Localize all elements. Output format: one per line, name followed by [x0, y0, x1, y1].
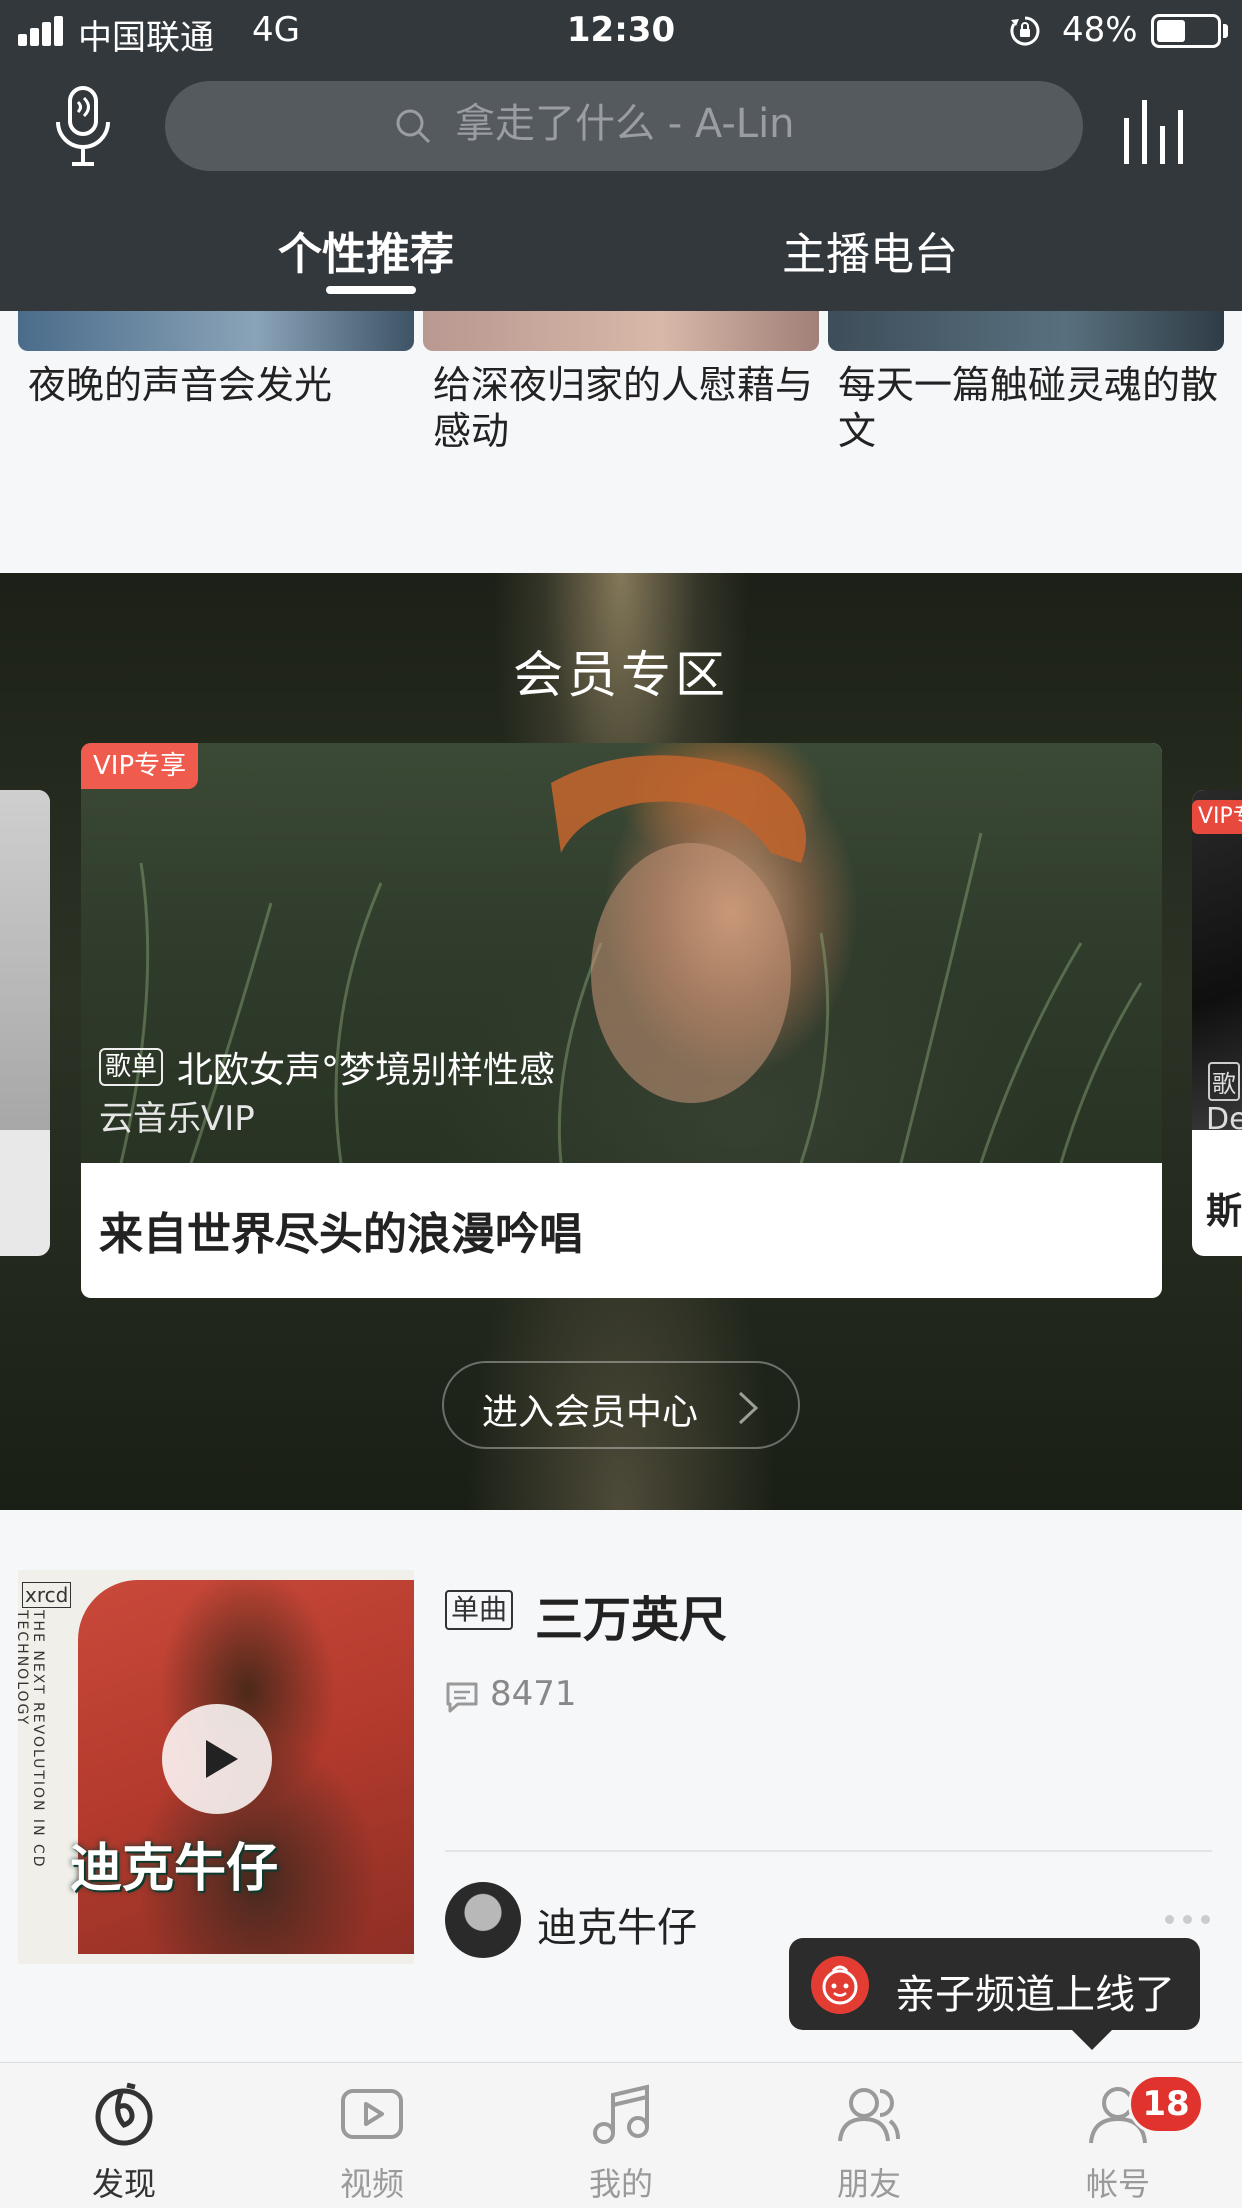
artist-avatar[interactable] [445, 1882, 521, 1958]
tab-discover[interactable]: 发现 [0, 2063, 248, 2208]
vip-section: 会员专区 VIP专享 歌单 北欧女声°梦境别样性感 云音乐VIP 来自世界尽头的… [0, 573, 1242, 1510]
artist-name[interactable]: 迪克牛仔 [537, 1895, 697, 1953]
radio-card-thumb[interactable] [423, 311, 819, 351]
microphone-icon[interactable] [48, 84, 118, 170]
vip-card-prev[interactable] [0, 790, 50, 1256]
radio-card-thumb[interactable] [828, 311, 1224, 351]
more-icon[interactable] [1165, 1912, 1215, 1926]
bottom-tab-bar: 发现 视频 我的 朋友 帐号 [0, 2062, 1242, 2208]
vip-exclusive-badge: VIP专 [1192, 800, 1242, 834]
divider [445, 1850, 1212, 1852]
radio-card-caption[interactable]: 给深夜归家的人慰藉与感动 [433, 362, 813, 454]
song-title[interactable]: 三万英尺 [535, 1580, 727, 1650]
tooltip-text: 亲子频道上线了 [895, 1972, 1175, 2018]
single-tag: 单曲 [445, 1590, 514, 1630]
play-icon [206, 1740, 238, 1778]
vip-card[interactable]: VIP专享 歌单 北欧女声°梦境别样性感 云音乐VIP 来自世界尽头的浪漫吟唱 [81, 743, 1162, 1298]
comment-count[interactable]: 8471 [490, 1674, 577, 1714]
tab-label: 视频 [339, 2165, 404, 2203]
tab-friends[interactable]: 朋友 [745, 2063, 993, 2208]
status-bar: 中国联通 4G 12:30 48% [0, 0, 1242, 64]
search-input[interactable] [455, 101, 1055, 147]
discover-icon [95, 2082, 153, 2146]
tab-indicator [326, 286, 416, 294]
tab-my-music[interactable]: 我的 [497, 2063, 745, 2208]
radio-card-thumb[interactable] [18, 311, 414, 351]
video-icon [341, 2089, 403, 2139]
top-header: 中国联通 4G 12:30 48% 个性推荐 主播 [0, 0, 1242, 311]
tab-label: 我的 [588, 2165, 653, 2203]
tab-video[interactable]: 视频 [248, 2063, 496, 2208]
cover-brand: xrcd [22, 1582, 72, 1608]
now-playing-icon[interactable] [1120, 96, 1192, 164]
cover-side-text: THE NEXT REVOLUTION IN CD TECHNOLOGY [18, 1610, 46, 1869]
playlist-subtitle: De [1206, 1102, 1242, 1137]
battery-tip [1223, 24, 1228, 38]
playlist-tag: 歌 [1208, 1062, 1240, 1101]
new-channel-tooltip[interactable]: 亲子频道上线了 [789, 1938, 1200, 2030]
battery-percent: 48% [1062, 10, 1138, 50]
playlist-title: 北欧女声°梦境别样性感 [177, 1050, 556, 1091]
cover-title-text: 迪克牛仔 [70, 1839, 279, 1899]
enter-vip-center-button[interactable]: 进入会员中心 [442, 1361, 800, 1449]
tooltip-arrow [1070, 2028, 1114, 2050]
notification-badge: 18 [1128, 2074, 1204, 2134]
vip-card-title: 来自世界尽头的浪漫吟唱 [99, 1209, 583, 1260]
status-time: 12:30 [566, 10, 676, 50]
vip-exclusive-badge: VIP专享 [81, 743, 199, 789]
playlist-tag: 歌单 [99, 1048, 164, 1086]
radio-card-caption[interactable]: 每天一篇触碰灵魂的散文 [838, 362, 1218, 454]
friends-icon [838, 2088, 900, 2142]
kids-channel-icon [811, 1956, 869, 2014]
vip-section-title: 会员专区 [513, 646, 729, 704]
chevron-right-icon [738, 1391, 759, 1425]
vip-card-image: VIP专享 歌单 北欧女声°梦境别样性感 云音乐VIP [81, 743, 1162, 1163]
album-cover[interactable]: xrcd THE NEXT REVOLUTION IN CD TECHNOLOG… [18, 1570, 414, 1964]
tab-recommend[interactable]: 个性推荐 [278, 218, 454, 282]
music-note-icon [593, 2084, 649, 2144]
vip-card-title: 斯 [1206, 1191, 1242, 1232]
tab-label: 帐号 [1085, 2165, 1150, 2203]
vip-card-next[interactable]: VIP专 歌 De 斯 [1192, 790, 1242, 1256]
comment-icon [446, 1682, 478, 1713]
playlist-subtitle: 云音乐VIP [99, 1099, 255, 1139]
radio-card-caption[interactable]: 夜晚的声音会发光 [28, 362, 408, 408]
battery-icon [1151, 14, 1221, 48]
tab-account[interactable]: 帐号 [994, 2063, 1242, 2208]
tab-label: 朋友 [836, 2165, 901, 2203]
tab-label: 发现 [91, 2165, 156, 2203]
enter-vip-center-label: 进入会员中心 [482, 1392, 699, 1433]
tab-radio[interactable]: 主播电台 [782, 218, 958, 282]
search-bar[interactable] [165, 81, 1083, 171]
rotation-lock-icon [1010, 16, 1040, 46]
play-button[interactable] [162, 1704, 272, 1814]
search-icon [396, 109, 431, 144]
